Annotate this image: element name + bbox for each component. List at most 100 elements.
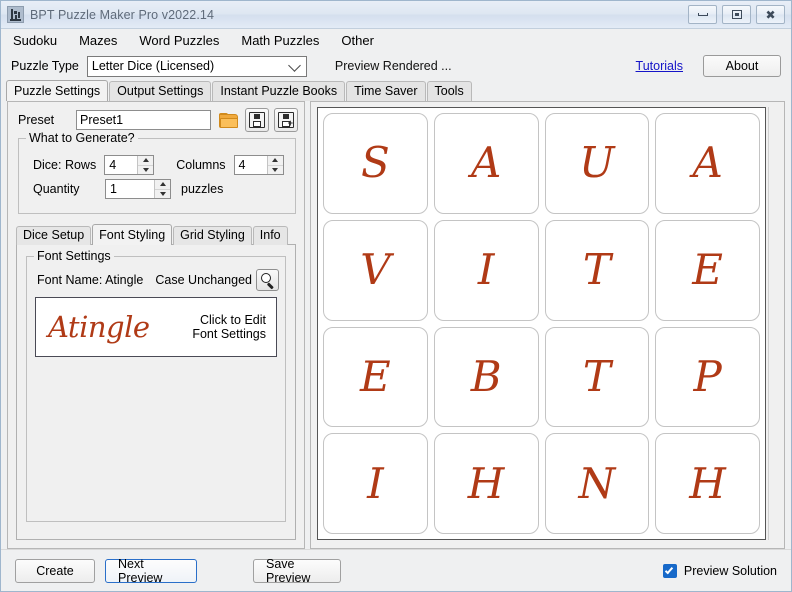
puzzle-type-value: Letter Dice (Licensed) (92, 59, 214, 73)
dice-rows-arrows[interactable] (137, 156, 153, 174)
die-letter: N (579, 463, 616, 505)
spin-down-icon[interactable] (138, 165, 153, 175)
preview-scrollbar[interactable] (768, 107, 780, 540)
menu-bar: Sudoku Mazes Word Puzzles Math Puzzles O… (1, 29, 791, 51)
tab-time-saver[interactable]: Time Saver (346, 81, 425, 101)
font-preview-box[interactable]: Atingle Click to Edit Font Settings (35, 297, 277, 357)
tab-instant-puzzle-books[interactable]: Instant Puzzle Books (212, 81, 345, 101)
settings-sub-tabs: Dice Setup Font Styling Grid Styling Inf… (16, 226, 304, 245)
menu-item-word-puzzles[interactable]: Word Puzzles (139, 33, 219, 48)
spin-up-icon[interactable] (155, 180, 170, 189)
menu-item-mazes[interactable]: Mazes (79, 33, 117, 48)
preview-solution-group[interactable]: Preview Solution (663, 564, 777, 578)
die-letter: H (689, 463, 726, 505)
font-name-label: Font Name: Atingle (37, 273, 143, 287)
quantity-suffix: puzzles (181, 182, 223, 196)
font-settings-title: Font Settings (34, 249, 114, 263)
die-cell[interactable]: P (655, 327, 760, 428)
save-preset-button[interactable] (245, 108, 269, 132)
minimize-icon (698, 13, 708, 16)
close-button[interactable]: ✖ (756, 5, 785, 24)
maximize-icon (732, 10, 742, 19)
title-bar: BPT Puzzle Maker Pro v2022.14 ✖ (1, 1, 791, 29)
about-button[interactable]: About (703, 55, 781, 77)
die-cell[interactable]: U (545, 113, 650, 214)
die-cell[interactable]: B (434, 327, 539, 428)
spin-up-icon[interactable] (268, 156, 283, 165)
preset-input[interactable]: Preset1 (76, 110, 211, 130)
columns-value: 4 (235, 156, 267, 174)
menu-item-other[interactable]: Other (341, 33, 374, 48)
case-label: Case Unchanged (155, 273, 252, 287)
preview-pane: S A U A V I T E E B T P I H N H (310, 101, 785, 549)
quantity-value: 1 (106, 180, 154, 198)
folder-open-icon (219, 113, 238, 128)
maximize-button[interactable] (722, 5, 751, 24)
tab-tools[interactable]: Tools (427, 81, 472, 101)
die-cell[interactable]: H (655, 433, 760, 534)
quantity-arrows[interactable] (154, 180, 170, 198)
next-preview-button[interactable]: Next Preview (105, 559, 197, 583)
die-letter: I (367, 463, 384, 505)
font-settings-group: Font Settings Font Name: Atingle Case Un… (26, 256, 286, 522)
die-cell[interactable]: A (655, 113, 760, 214)
preview-solution-checkbox[interactable] (663, 564, 677, 578)
preset-label: Preset (18, 113, 76, 127)
footer-bar: Create Next Preview Save Preview Preview… (1, 549, 791, 591)
die-cell[interactable]: H (434, 433, 539, 534)
die-cell[interactable]: I (434, 220, 539, 321)
quantity-stepper[interactable]: 1 (105, 179, 171, 199)
die-letter: I (478, 249, 495, 291)
click-to-edit-hint: Click to Edit Font Settings (192, 313, 266, 341)
close-icon: ✖ (765, 9, 775, 21)
subtab-info[interactable]: Info (253, 226, 288, 245)
font-name-row: Font Name: Atingle Case Unchanged (33, 267, 279, 295)
save-preview-button[interactable]: Save Preview (253, 559, 341, 583)
quantity-row: Quantity 1 puzzles (33, 179, 287, 199)
puzzle-type-select[interactable]: Letter Dice (Licensed) (87, 56, 307, 77)
die-cell[interactable]: T (545, 220, 650, 321)
die-cell[interactable]: N (545, 433, 650, 534)
subtab-grid-styling[interactable]: Grid Styling (173, 226, 252, 245)
tab-puzzle-settings[interactable]: Puzzle Settings (6, 80, 108, 101)
menu-item-sudoku[interactable]: Sudoku (13, 33, 57, 48)
die-cell[interactable]: I (323, 433, 428, 534)
dice-rows-stepper[interactable]: 4 (104, 155, 154, 175)
save-as-icon: + (278, 112, 294, 128)
spin-up-icon[interactable] (138, 156, 153, 165)
die-cell[interactable]: E (323, 327, 428, 428)
save-preset-as-button[interactable]: + (274, 108, 298, 132)
font-search-button[interactable] (256, 269, 279, 291)
what-to-generate-group: What to Generate? Dice: Rows 4 Columns 4 (18, 138, 296, 214)
menu-item-math-puzzles[interactable]: Math Puzzles (241, 33, 319, 48)
click-to-edit-line1: Click to Edit (192, 313, 266, 327)
subtab-dice-setup[interactable]: Dice Setup (16, 226, 91, 245)
die-cell[interactable]: S (323, 113, 428, 214)
spin-down-icon[interactable] (268, 165, 283, 175)
preview-canvas[interactable]: S A U A V I T E E B T P I H N H (317, 107, 766, 540)
die-cell[interactable]: E (655, 220, 760, 321)
magnifier-icon (260, 273, 275, 288)
spin-down-icon[interactable] (155, 189, 170, 199)
subtab-font-styling[interactable]: Font Styling (92, 224, 172, 245)
open-preset-button[interactable] (216, 108, 240, 132)
die-cell[interactable]: T (545, 327, 650, 428)
die-letter: U (579, 142, 614, 184)
die-letter: T (583, 249, 611, 291)
columns-stepper[interactable]: 4 (234, 155, 284, 175)
tutorials-link[interactable]: Tutorials (636, 59, 683, 73)
die-letter: A (471, 142, 501, 184)
die-cell[interactable]: V (323, 220, 428, 321)
columns-arrows[interactable] (267, 156, 283, 174)
dice-rows-row: Dice: Rows 4 Columns 4 (33, 155, 287, 175)
create-button[interactable]: Create (15, 559, 95, 583)
dice-grid: S A U A V I T E E B T P I H N H (323, 113, 760, 534)
die-cell[interactable]: A (434, 113, 539, 214)
save-icon (249, 112, 265, 128)
die-letter: B (471, 356, 502, 398)
minimize-button[interactable] (688, 5, 717, 24)
tab-output-settings[interactable]: Output Settings (109, 81, 211, 101)
what-to-generate-title: What to Generate? (26, 131, 138, 145)
settings-pane: Preset Preset1 + (7, 101, 305, 549)
window-controls: ✖ (688, 5, 789, 24)
